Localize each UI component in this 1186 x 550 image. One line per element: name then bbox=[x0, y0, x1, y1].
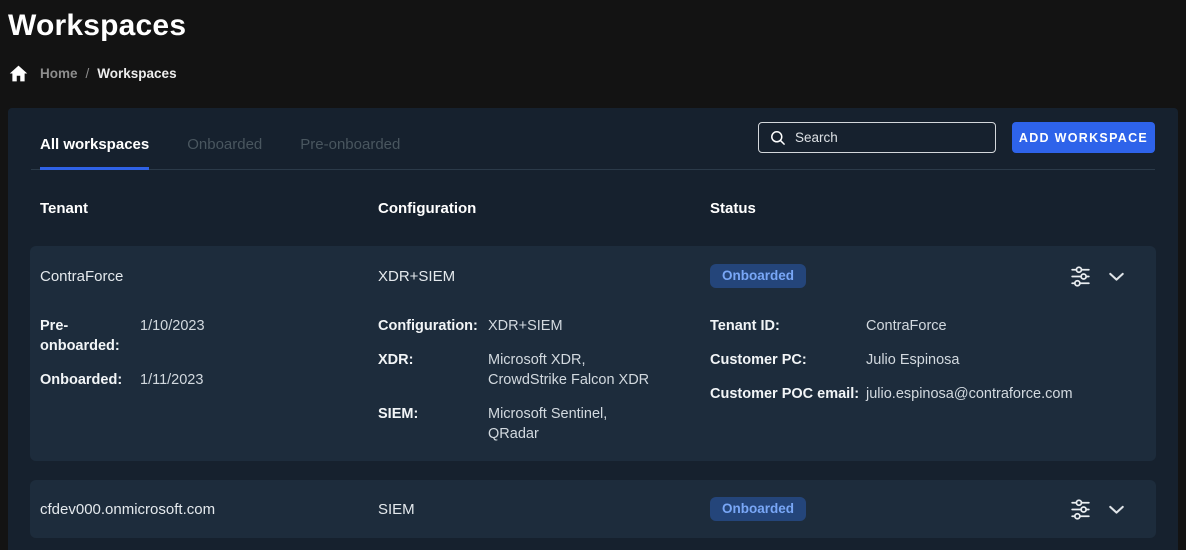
detail-label: XDR: bbox=[378, 350, 488, 370]
detail-value: julio.espinosa@contraforce.com bbox=[866, 384, 1129, 404]
row-details: Pre-onboarded: 1/10/2023 Onboarded: 1/11… bbox=[30, 306, 1156, 461]
detail-label: Customer POC email: bbox=[710, 384, 866, 404]
topbar-controls: ADD WORKSPACE bbox=[758, 122, 1155, 169]
detail-label: Pre-onboarded: bbox=[40, 316, 140, 356]
breadcrumb: Home / Workspaces bbox=[8, 63, 177, 84]
chevron-down-icon[interactable] bbox=[1104, 264, 1129, 289]
status-badge: Onboarded bbox=[710, 264, 806, 288]
detail-value: Julio Espinosa bbox=[866, 350, 1129, 370]
detail-value: XDR+SIEM bbox=[488, 316, 710, 336]
row-actions bbox=[1068, 264, 1129, 289]
detail-item: Pre-onboarded: 1/10/2023 bbox=[40, 316, 378, 356]
search-box[interactable] bbox=[758, 122, 996, 153]
row-summary[interactable]: ContraForce XDR+SIEM Onboarded bbox=[30, 246, 1156, 306]
detail-item: XDR: Microsoft XDR, CrowdStrike Falcon X… bbox=[378, 350, 710, 390]
detail-item: Customer PC: Julio Espinosa bbox=[710, 350, 1129, 370]
detail-value: Microsoft Sentinel, QRadar bbox=[488, 404, 710, 444]
details-customer-column: Tenant ID: ContraForce Customer PC: Juli… bbox=[710, 316, 1129, 404]
home-icon[interactable] bbox=[8, 63, 29, 84]
detail-item: Onboarded: 1/11/2023 bbox=[40, 370, 378, 390]
detail-item: Customer POC email: julio.espinosa@contr… bbox=[710, 384, 1129, 404]
tab-bar: All workspaces Onboarded Pre-onboarded bbox=[40, 136, 400, 170]
row-actions bbox=[1068, 497, 1129, 522]
tab-all-workspaces[interactable]: All workspaces bbox=[40, 136, 149, 170]
add-workspace-button[interactable]: ADD WORKSPACE bbox=[1012, 122, 1155, 153]
workspaces-page: Workspaces Home / Workspaces All workspa… bbox=[0, 0, 1186, 550]
column-header-tenant: Tenant bbox=[40, 200, 378, 217]
panel-topbar: All workspaces Onboarded Pre-onboarded A… bbox=[31, 108, 1155, 170]
status-badge: Onboarded bbox=[710, 497, 806, 521]
detail-label: Configuration: bbox=[378, 316, 488, 336]
page-title: Workspaces bbox=[8, 9, 186, 43]
details-dates-column: Pre-onboarded: 1/10/2023 Onboarded: 1/11… bbox=[40, 316, 378, 390]
search-icon bbox=[770, 130, 786, 146]
detail-label: Onboarded: bbox=[40, 370, 140, 390]
search-input[interactable] bbox=[795, 130, 984, 145]
detail-item: SIEM: Microsoft Sentinel, QRadar bbox=[378, 404, 710, 444]
settings-sliders-icon[interactable] bbox=[1068, 497, 1093, 522]
detail-value: 1/10/2023 bbox=[140, 316, 378, 336]
breadcrumb-home[interactable]: Home bbox=[40, 66, 78, 81]
workspace-row: ContraForce XDR+SIEM Onboarded bbox=[30, 246, 1156, 461]
detail-label: Customer PC: bbox=[710, 350, 866, 370]
breadcrumb-separator: / bbox=[86, 66, 90, 81]
workspace-row: cfdev000.onmicrosoft.com SIEM Onboarded bbox=[30, 480, 1156, 538]
column-header-status: Status bbox=[710, 200, 1155, 217]
tenant-name: ContraForce bbox=[40, 268, 378, 285]
tab-pre-onboarded[interactable]: Pre-onboarded bbox=[300, 136, 400, 170]
details-configuration-column: Configuration: XDR+SIEM XDR: Microsoft X… bbox=[378, 316, 710, 444]
detail-value: Microsoft XDR, CrowdStrike Falcon XDR bbox=[488, 350, 710, 390]
table-header: Tenant Configuration Status bbox=[31, 170, 1155, 246]
column-header-configuration: Configuration bbox=[378, 200, 710, 217]
detail-item: Configuration: XDR+SIEM bbox=[378, 316, 710, 336]
breadcrumb-current: Workspaces bbox=[97, 66, 176, 81]
detail-label: Tenant ID: bbox=[710, 316, 866, 336]
tenant-name: cfdev000.onmicrosoft.com bbox=[40, 501, 378, 518]
settings-sliders-icon[interactable] bbox=[1068, 264, 1093, 289]
detail-value: 1/11/2023 bbox=[140, 370, 378, 390]
row-summary[interactable]: cfdev000.onmicrosoft.com SIEM Onboarded bbox=[30, 480, 1156, 538]
chevron-down-icon[interactable] bbox=[1104, 497, 1129, 522]
configuration-value: SIEM bbox=[378, 501, 710, 518]
configuration-value: XDR+SIEM bbox=[378, 268, 710, 285]
detail-item: Tenant ID: ContraForce bbox=[710, 316, 1129, 336]
workspaces-panel: All workspaces Onboarded Pre-onboarded A… bbox=[8, 108, 1178, 550]
tab-onboarded[interactable]: Onboarded bbox=[187, 136, 262, 170]
detail-label: SIEM: bbox=[378, 404, 488, 424]
detail-value: ContraForce bbox=[866, 316, 1129, 336]
